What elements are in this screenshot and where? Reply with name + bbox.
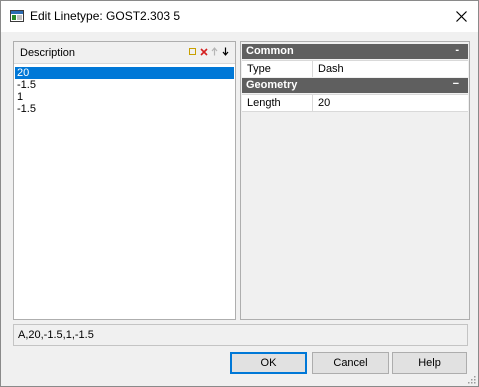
description-list[interactable]: 20 -1.5 1 -1.5 xyxy=(15,67,234,115)
category-geometry[interactable]: Geometry − xyxy=(242,78,468,93)
definition-status: A,20,-1.5,1,-1.5 xyxy=(13,324,468,346)
property-name-type: Type xyxy=(247,63,271,75)
help-button[interactable]: Help xyxy=(392,352,467,374)
resize-grip-icon[interactable] xyxy=(466,374,476,384)
linetype-app-icon xyxy=(10,10,24,22)
category-common[interactable]: Common - xyxy=(242,44,468,59)
property-value-length[interactable]: 20 xyxy=(318,97,330,109)
list-item[interactable]: -1.5 xyxy=(15,79,234,91)
add-icon[interactable] xyxy=(188,46,197,57)
window-title: Edit Linetype: GOST2.303 5 xyxy=(30,9,181,23)
close-icon xyxy=(456,11,467,22)
move-up-icon[interactable] xyxy=(210,46,219,57)
edit-linetype-dialog: Edit Linetype: GOST2.303 5 Description 2… xyxy=(0,0,479,387)
property-name-length: Length xyxy=(247,97,281,109)
collapse-icon[interactable]: - xyxy=(455,44,459,56)
list-item[interactable]: 20 xyxy=(15,67,234,79)
category-common-label: Common xyxy=(246,45,294,57)
property-grid: Common - Type Dash Geometry − Length 20 xyxy=(240,41,470,320)
cancel-button[interactable]: Cancel xyxy=(312,352,389,374)
definition-text: A,20,-1.5,1,-1.5 xyxy=(18,329,94,341)
property-value-type[interactable]: Dash xyxy=(318,63,344,75)
delete-icon[interactable] xyxy=(199,46,208,57)
collapse-icon[interactable]: − xyxy=(453,78,459,90)
list-item[interactable]: 1 xyxy=(15,91,234,103)
ok-button[interactable]: OK xyxy=(230,352,307,374)
title-bar: Edit Linetype: GOST2.303 5 xyxy=(1,1,478,32)
move-down-icon[interactable] xyxy=(221,46,230,57)
property-row-type[interactable]: Type Dash xyxy=(242,60,468,77)
property-row-length[interactable]: Length 20 xyxy=(242,94,468,112)
close-button[interactable] xyxy=(445,1,478,32)
list-item[interactable]: -1.5 xyxy=(15,103,234,115)
description-header: Description xyxy=(14,42,235,64)
category-geometry-label: Geometry xyxy=(246,79,298,91)
description-label: Description xyxy=(20,47,76,59)
description-panel: Description 20 -1.5 1 -1.5 xyxy=(13,41,236,320)
